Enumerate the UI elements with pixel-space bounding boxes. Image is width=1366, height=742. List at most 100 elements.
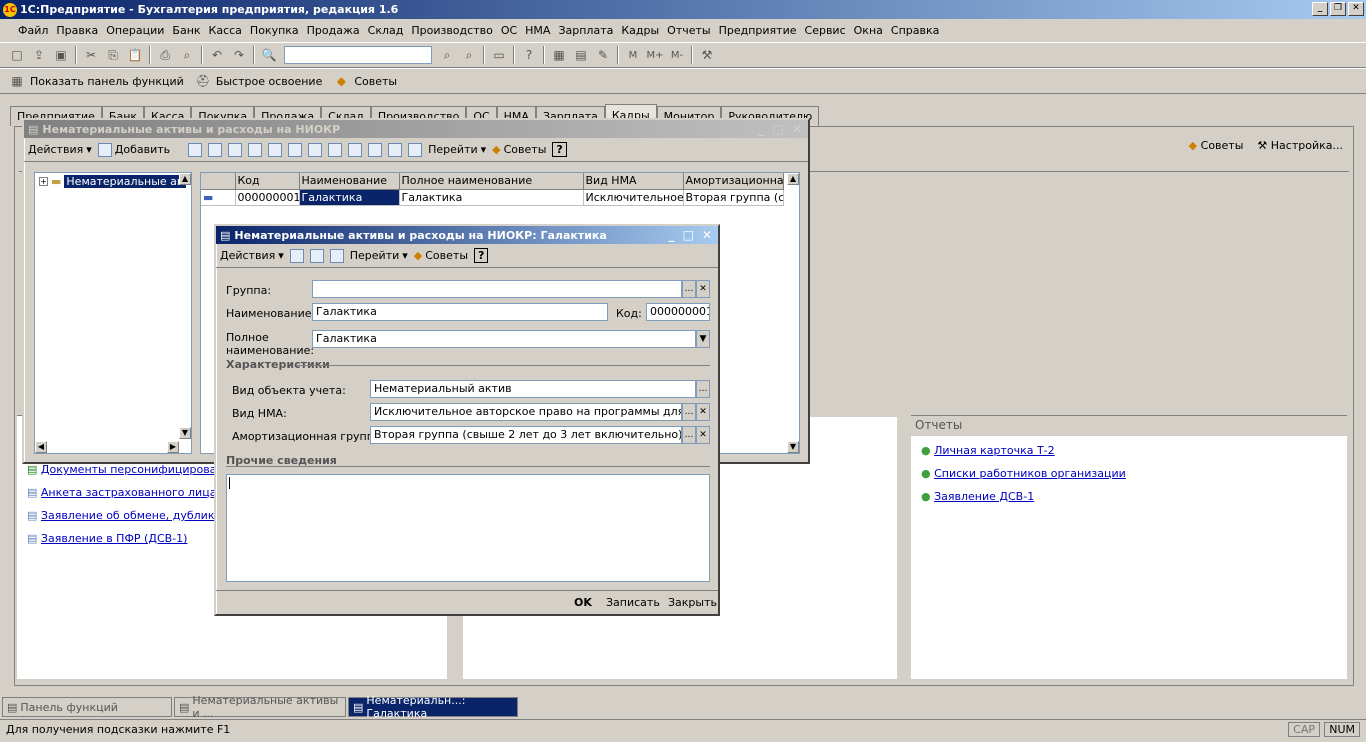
task-functions-panel[interactable]: ▤ Панель функций (2, 697, 172, 717)
amortization-group-field[interactable]: Вторая группа (свыше 2 лет до 3 лет вклю… (370, 426, 682, 444)
open-icon[interactable]: ⇪ (30, 46, 48, 64)
new-document-icon[interactable]: □ (8, 46, 26, 64)
list-minimize-icon[interactable]: _ (759, 122, 765, 136)
col-name[interactable]: Наименование (299, 173, 400, 190)
copy-item-icon[interactable] (208, 142, 223, 157)
group-tree[interactable]: + ▬ Нематериальные ак ▲ ▼ ◀ ▶ (34, 172, 192, 454)
menu-file[interactable]: Файл (16, 24, 54, 37)
search-combo[interactable] (284, 46, 432, 64)
help-icon[interactable]: ? (520, 46, 538, 64)
filter-value-icon[interactable] (348, 142, 363, 157)
ok-button[interactable]: OK (574, 596, 592, 609)
refresh-icon[interactable] (408, 142, 423, 157)
nma-type-field[interactable]: Исключительное авторское право на програ… (370, 403, 682, 421)
doc-link-questionnaire[interactable]: Анкета застрахованного лица (АД (41, 486, 217, 499)
minimize-button[interactable]: _ (1312, 2, 1328, 16)
tools-icon[interactable]: ⚒ (698, 46, 716, 64)
nma-type-select-button[interactable]: … (682, 403, 696, 421)
filter-icon[interactable] (328, 142, 343, 157)
filter-off-icon[interactable] (388, 142, 403, 157)
group-clear-button[interactable]: ✕ (696, 280, 710, 298)
preview-icon[interactable]: ⌕ (178, 46, 196, 64)
list-actions-menu[interactable]: Действия ▾ (28, 143, 92, 156)
list-maximize-icon[interactable]: □ (773, 122, 784, 136)
save-icon[interactable]: ▣ (52, 46, 70, 64)
list-goto-menu[interactable]: Перейти ▾ (428, 143, 486, 156)
memory-plus-icon[interactable]: М+ (646, 46, 664, 64)
tips-button[interactable]: Советы (354, 75, 397, 88)
doc-link-personal[interactable]: Документы персонифицированно (41, 463, 217, 476)
memory-icon[interactable]: М (624, 46, 642, 64)
form-minimize-icon[interactable]: _ (669, 228, 675, 242)
add-group-icon[interactable] (188, 142, 203, 157)
form-goto-menu[interactable]: Перейти ▾ (350, 249, 408, 262)
search-doc-icon[interactable]: ✎ (594, 46, 612, 64)
menu-cash[interactable]: Касса (207, 24, 248, 37)
list-add-button[interactable]: Добавить (97, 142, 170, 157)
tree-scroll-left[interactable]: ◀ (35, 441, 47, 453)
menu-nma[interactable]: НМА (523, 24, 556, 37)
paste-icon[interactable]: 📋 (126, 46, 144, 64)
calculator-icon[interactable]: ▦ (550, 46, 568, 64)
amortization-clear-button[interactable]: ✕ (696, 426, 710, 444)
cut-icon[interactable]: ✂ (82, 46, 100, 64)
tree-scroll-right[interactable]: ▶ (167, 441, 179, 453)
col-full-name[interactable]: Полное наименование (399, 173, 584, 190)
restore-button[interactable]: ❐ (1330, 2, 1346, 16)
menu-help[interactable]: Справка (889, 24, 945, 37)
form-help-button[interactable]: ? (474, 248, 489, 263)
delete-mark-icon[interactable] (248, 142, 263, 157)
menu-sale[interactable]: Продажа (305, 24, 366, 37)
window-icon[interactable]: ▭ (490, 46, 508, 64)
comment-textarea[interactable] (226, 474, 710, 582)
memory-minus-icon[interactable]: М- (668, 46, 686, 64)
select-icon[interactable] (289, 248, 304, 263)
save-button[interactable]: Записать (606, 596, 660, 609)
close-button[interactable]: ✕ (1348, 2, 1364, 16)
menu-service[interactable]: Сервис (803, 24, 852, 37)
table-scroll-up[interactable]: ▲ (787, 173, 799, 185)
object-type-field[interactable]: Нематериальный актив (370, 380, 696, 398)
form-actions-menu[interactable]: Действия ▾ (220, 249, 284, 262)
menu-enterprise[interactable]: Предприятие (717, 24, 803, 37)
edit-item-icon[interactable] (228, 142, 243, 157)
menu-operations[interactable]: Операции (104, 24, 170, 37)
form-close-icon[interactable]: ✕ (702, 228, 712, 242)
table-row[interactable]: ▬ 000000001 Галактика Галактика Исключит… (201, 189, 784, 206)
group-select-button[interactable]: … (682, 280, 696, 298)
quick-learn-button[interactable]: Быстрое освоение (216, 75, 323, 88)
close-form-button[interactable]: Закрыть (668, 596, 717, 609)
find-prev-icon[interactable]: ⌕ (460, 46, 478, 64)
tree-expand-icon[interactable]: + (39, 177, 48, 186)
menu-warehouse[interactable]: Склад (366, 24, 410, 37)
find-next-icon[interactable]: ⌕ (438, 46, 456, 64)
amortization-select-button[interactable]: … (682, 426, 696, 444)
form-tips-button[interactable]: ◆ Советы (414, 249, 468, 262)
form-maximize-icon[interactable]: □ (683, 228, 694, 242)
name-field[interactable]: Галактика (312, 303, 608, 321)
tree-scroll-up[interactable]: ▲ (179, 173, 191, 185)
level-up-icon[interactable] (308, 142, 323, 157)
group-field[interactable] (312, 280, 682, 298)
code-field[interactable]: 000000001 (646, 303, 710, 321)
redo-icon[interactable]: ↷ (230, 46, 248, 64)
tree-scroll-down[interactable]: ▼ (179, 427, 191, 439)
col-amortization[interactable]: Амортизационна... (683, 173, 784, 190)
tree-item-root[interactable]: Нематериальные ак (64, 175, 186, 188)
table-scroll-down[interactable]: ▼ (787, 441, 799, 453)
full-name-field[interactable]: Галактика (312, 330, 696, 348)
menu-reports[interactable]: Отчеты (665, 24, 716, 37)
menu-hr[interactable]: Кадры (619, 24, 665, 37)
show-panel-button[interactable]: Показать панель функций (30, 75, 184, 88)
menu-bank[interactable]: Банк (170, 24, 206, 37)
doc-link-pfr[interactable]: Заявление в ПФР (ДСВ-1) (41, 532, 188, 545)
menu-edit[interactable]: Правка (54, 24, 104, 37)
nma-type-clear-button[interactable]: ✕ (696, 403, 710, 421)
delete-icon[interactable] (268, 142, 283, 157)
find-icon[interactable]: 🔍 (260, 46, 278, 64)
filter-history-icon[interactable] (368, 142, 383, 157)
report-link-t2[interactable]: Личная карточка Т-2 (934, 444, 1055, 457)
list-close-icon[interactable]: ✕ (792, 122, 802, 136)
menu-salary[interactable]: Зарплата (556, 24, 619, 37)
menu-purchase[interactable]: Покупка (248, 24, 305, 37)
